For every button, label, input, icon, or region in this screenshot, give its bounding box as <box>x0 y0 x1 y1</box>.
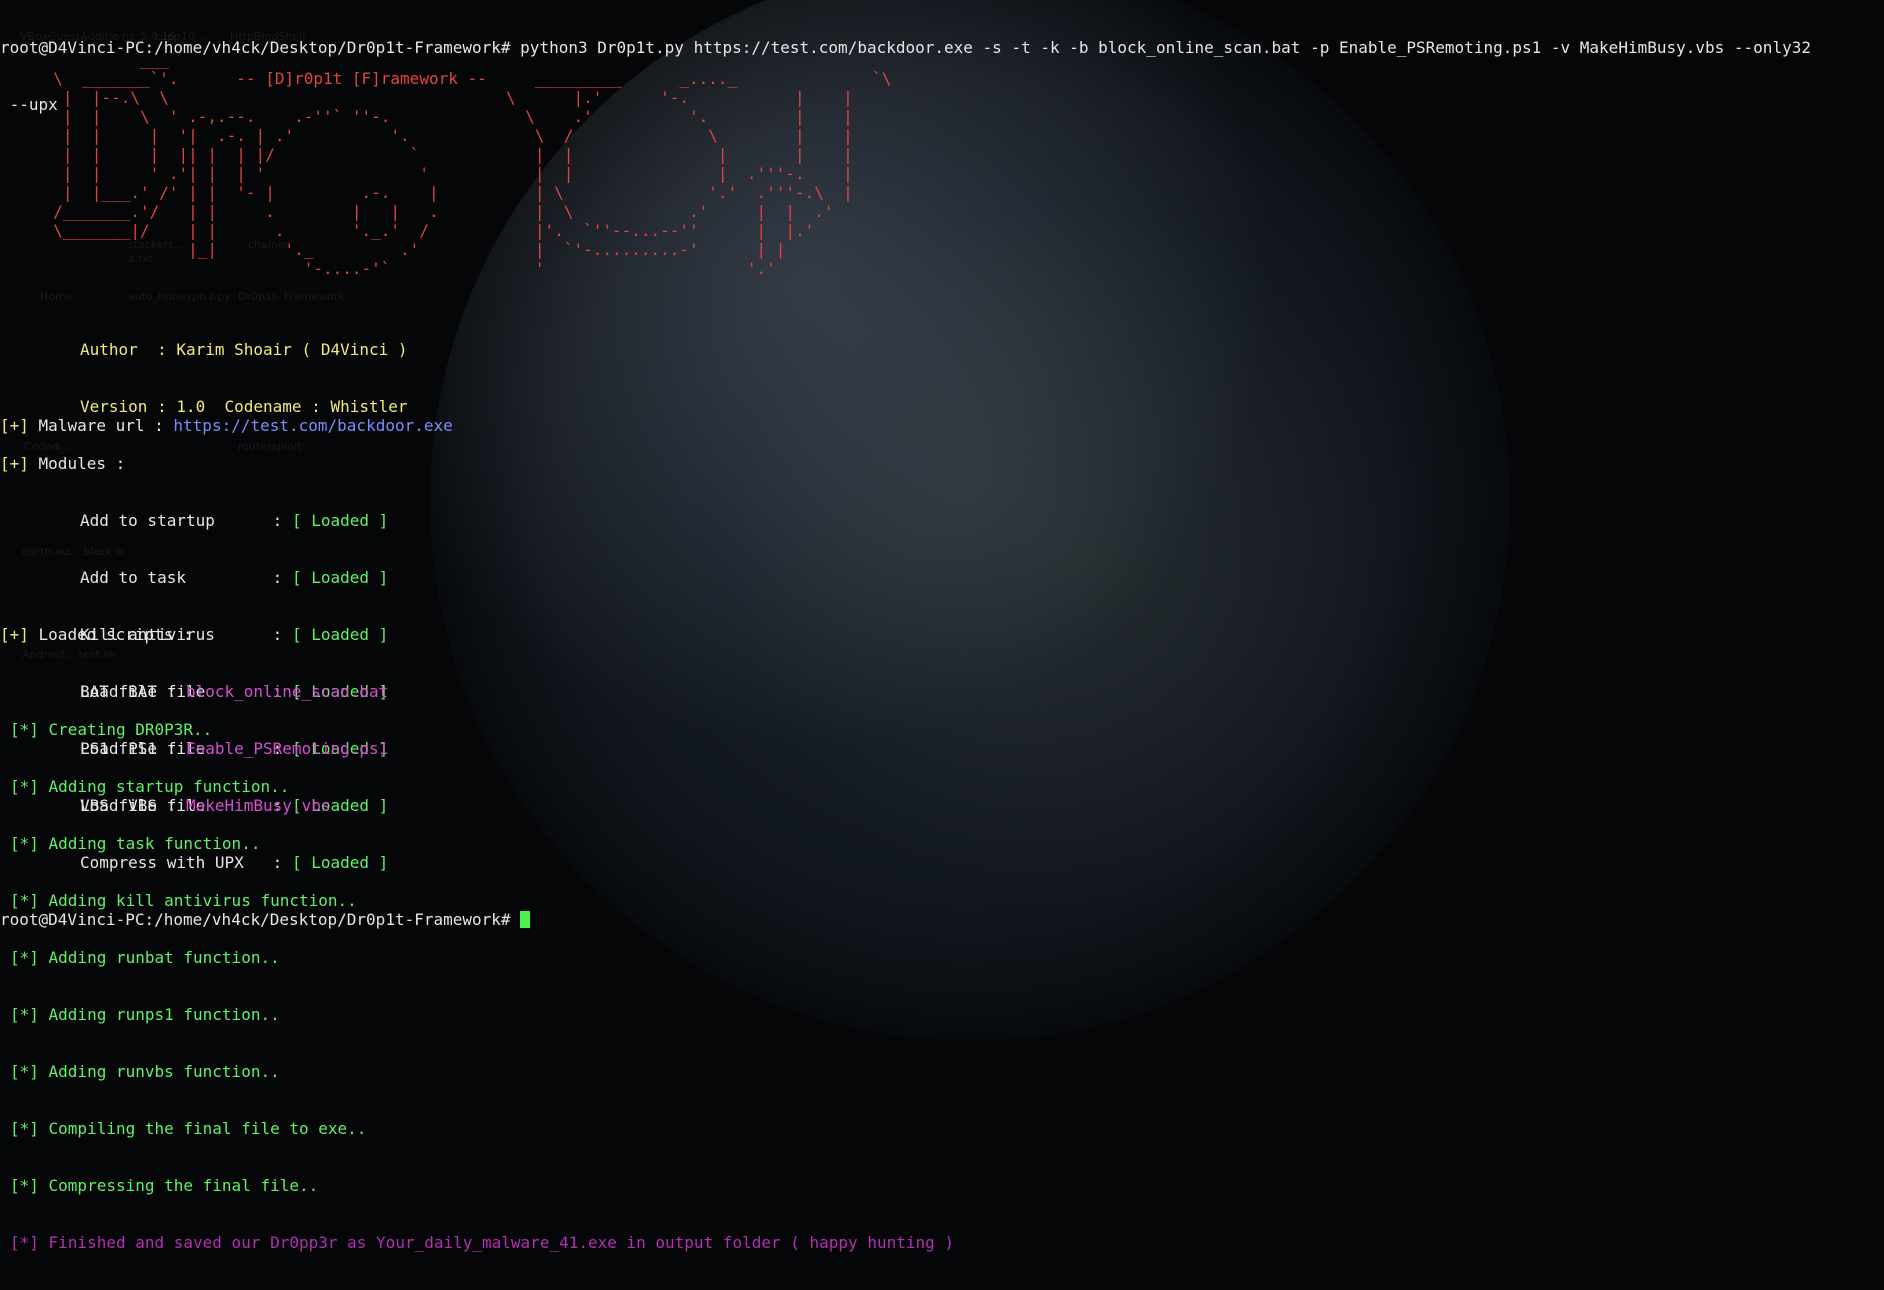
progress-line: [*] Compressing the final file.. <box>10 1176 319 1195</box>
progress-line: [*] Adding runvbs function.. <box>10 1062 280 1081</box>
progress-line: [*] Compiling the final file to exe.. <box>10 1119 367 1138</box>
prompt-line: root@D4Vinci-PC:/home/vh4ck/Desktop/Dr0p… <box>0 910 531 929</box>
shell-prompt: root@D4Vinci-PC:/home/vh4ck/Desktop/Dr0p… <box>0 910 521 929</box>
finished-line: [*] Finished and saved our Dr0pp3r as Yo… <box>10 1233 955 1252</box>
ascii-banner: ___ \ _______`'. -- [D]r0p1t [F]ramework… <box>53 50 892 278</box>
terminal-cursor[interactable] <box>520 911 531 928</box>
